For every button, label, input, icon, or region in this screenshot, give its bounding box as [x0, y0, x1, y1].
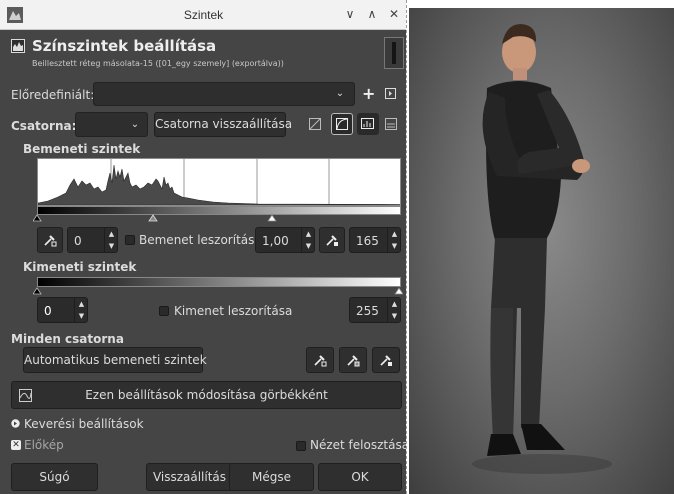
eyedropper-black-icon [314, 355, 327, 367]
blend-options-label[interactable]: Keverési beállítások [24, 417, 144, 431]
close-button[interactable]: ✕ [386, 6, 402, 22]
levels-dialog: Szintek ∨ ∧ ✕ Színszintek beállítása Bei… [0, 0, 407, 494]
pick-white-all-button[interactable] [372, 347, 400, 373]
input-levels-heading: Bemeneti szintek [23, 142, 141, 156]
spinner-arrows[interactable]: ▲ ▼ [387, 228, 400, 252]
output-low-spinner[interactable]: 0 ▲ ▼ [37, 297, 88, 323]
all-channels-heading: Minden csatorna [11, 332, 124, 346]
maximize-button[interactable]: ∧ [364, 6, 380, 22]
increment-arrow-icon[interactable]: ▲ [388, 230, 401, 238]
input-low-spinner[interactable]: 0 ▲ ▼ [67, 227, 118, 253]
log-histogram-icon [336, 118, 348, 130]
input-high-spinner[interactable]: 165 ▲ ▼ [349, 227, 401, 253]
channel-histogram-button[interactable] [357, 113, 379, 135]
cancel-button[interactable]: Mégse [229, 463, 314, 491]
increment-arrow-icon[interactable]: ▲ [105, 230, 118, 238]
output-gradient-bar [37, 277, 401, 287]
output-high-value: 255 [356, 304, 379, 318]
increment-arrow-icon[interactable]: ▲ [302, 230, 315, 238]
reset-channel-button[interactable]: Csatorna visszaállítása [154, 112, 292, 137]
decrement-arrow-icon[interactable]: ▼ [388, 242, 401, 250]
output-level-handles[interactable] [33, 287, 403, 295]
gamma-spinner[interactable]: 1,00 ▲ ▼ [255, 227, 315, 253]
eyedropper-white-icon [326, 235, 338, 246]
output-low-value[interactable]: 0 [44, 304, 52, 318]
input-low-value: 0 [74, 234, 82, 248]
output-levels-heading: Kimeneti szintek [23, 260, 137, 274]
spinner-arrows[interactable]: ▲ ▼ [104, 228, 117, 252]
output-black-handle [33, 287, 42, 295]
histogram-graph [37, 159, 401, 206]
decrement-arrow-icon[interactable]: ▼ [388, 312, 401, 320]
clamp-output-label: Kimenet leszorítása [174, 304, 293, 318]
gamma-value: 1,00 [262, 234, 289, 248]
edit-as-curves-label: Ezen beállítások módosítása görbékként [85, 388, 328, 402]
rgb-histogram-icon[interactable] [385, 118, 397, 130]
add-preset-icon[interactable]: + [362, 84, 375, 103]
photo-subject-figure [472, 24, 612, 474]
spinner-arrows[interactable]: ▲ ▼ [301, 228, 314, 252]
image-canvas[interactable] [409, 8, 674, 494]
linear-histogram-icon[interactable] [309, 118, 321, 130]
pick-black-all-button[interactable] [306, 347, 334, 373]
decrement-arrow-icon[interactable]: ▼ [75, 312, 88, 320]
pick-gray-all-button[interactable] [339, 347, 367, 373]
output-high-spinner[interactable]: 255 ▲ ▼ [349, 297, 401, 323]
spinner-arrows[interactable]: ▲ ▼ [74, 298, 87, 322]
decrement-arrow-icon[interactable]: ▼ [105, 242, 118, 250]
channel-combo[interactable]: ⌄ [75, 112, 148, 137]
histogram-bars-icon [361, 118, 374, 129]
white-point-picker-button[interactable] [319, 227, 345, 253]
preview-label: Előkép [24, 438, 64, 452]
input-level-handles[interactable] [33, 214, 403, 223]
input-high-value: 165 [356, 234, 379, 248]
split-view-label: Nézet felosztása [310, 438, 407, 452]
clamp-input-checkbox[interactable] [125, 235, 135, 245]
increment-arrow-icon[interactable]: ▲ [388, 300, 401, 308]
split-view-checkbox[interactable] [296, 441, 306, 451]
eyedropper-gray-icon [347, 355, 360, 367]
white-point-handle [267, 214, 277, 222]
thumbnail-figure-icon [385, 38, 403, 68]
histogram [37, 158, 401, 206]
clamp-input-label: Bemenet leszorítása [139, 233, 262, 247]
chevron-down-icon: ⌄ [130, 119, 140, 130]
presets-combo[interactable]: ⌄ [93, 82, 355, 106]
preset-menu-icon[interactable] [385, 88, 396, 99]
output-white-handle [394, 287, 403, 295]
layer-name: Beillesztett réteg másolata-15 ([01_egy … [32, 59, 284, 68]
log-histogram-button[interactable] [331, 113, 353, 135]
window-titlebar[interactable]: Szintek ∨ ∧ ✕ [0, 0, 407, 30]
channel-label: Csatorna: [11, 119, 77, 133]
ok-button[interactable]: OK [318, 463, 402, 491]
reset-button[interactable]: Visszaállítás [146, 463, 233, 491]
auto-input-levels-button[interactable]: Automatikus bemeneti szintek [23, 347, 207, 373]
levels-icon [11, 39, 25, 53]
minimize-button[interactable]: ∨ [342, 6, 358, 22]
increment-arrow-icon[interactable]: ▲ [75, 300, 88, 308]
layer-thumbnail [384, 37, 404, 69]
black-point-handle [33, 214, 42, 222]
curves-icon [19, 389, 32, 402]
eyedropper-black-icon [44, 235, 57, 247]
eyedropper-white-icon [380, 355, 392, 366]
edit-as-curves-button[interactable]: Ezen beállítások módosítása görbékként [11, 381, 402, 409]
black-point-picker-button[interactable] [37, 227, 63, 253]
spinner-arrows[interactable]: ▲ ▼ [387, 298, 400, 322]
presets-label: Előredefiniált: [11, 88, 95, 102]
clamp-output-checkbox[interactable] [159, 306, 169, 316]
expander-icon[interactable] [11, 419, 20, 428]
gamma-handle [148, 214, 158, 222]
chevron-down-icon: ⌄ [335, 88, 345, 99]
dialog-heading: Színszintek beállítása [32, 37, 217, 55]
decrement-arrow-icon[interactable]: ▼ [302, 242, 315, 250]
help-button[interactable]: Súgó [11, 463, 98, 491]
preview-checkbox[interactable]: ✕ [11, 440, 21, 450]
